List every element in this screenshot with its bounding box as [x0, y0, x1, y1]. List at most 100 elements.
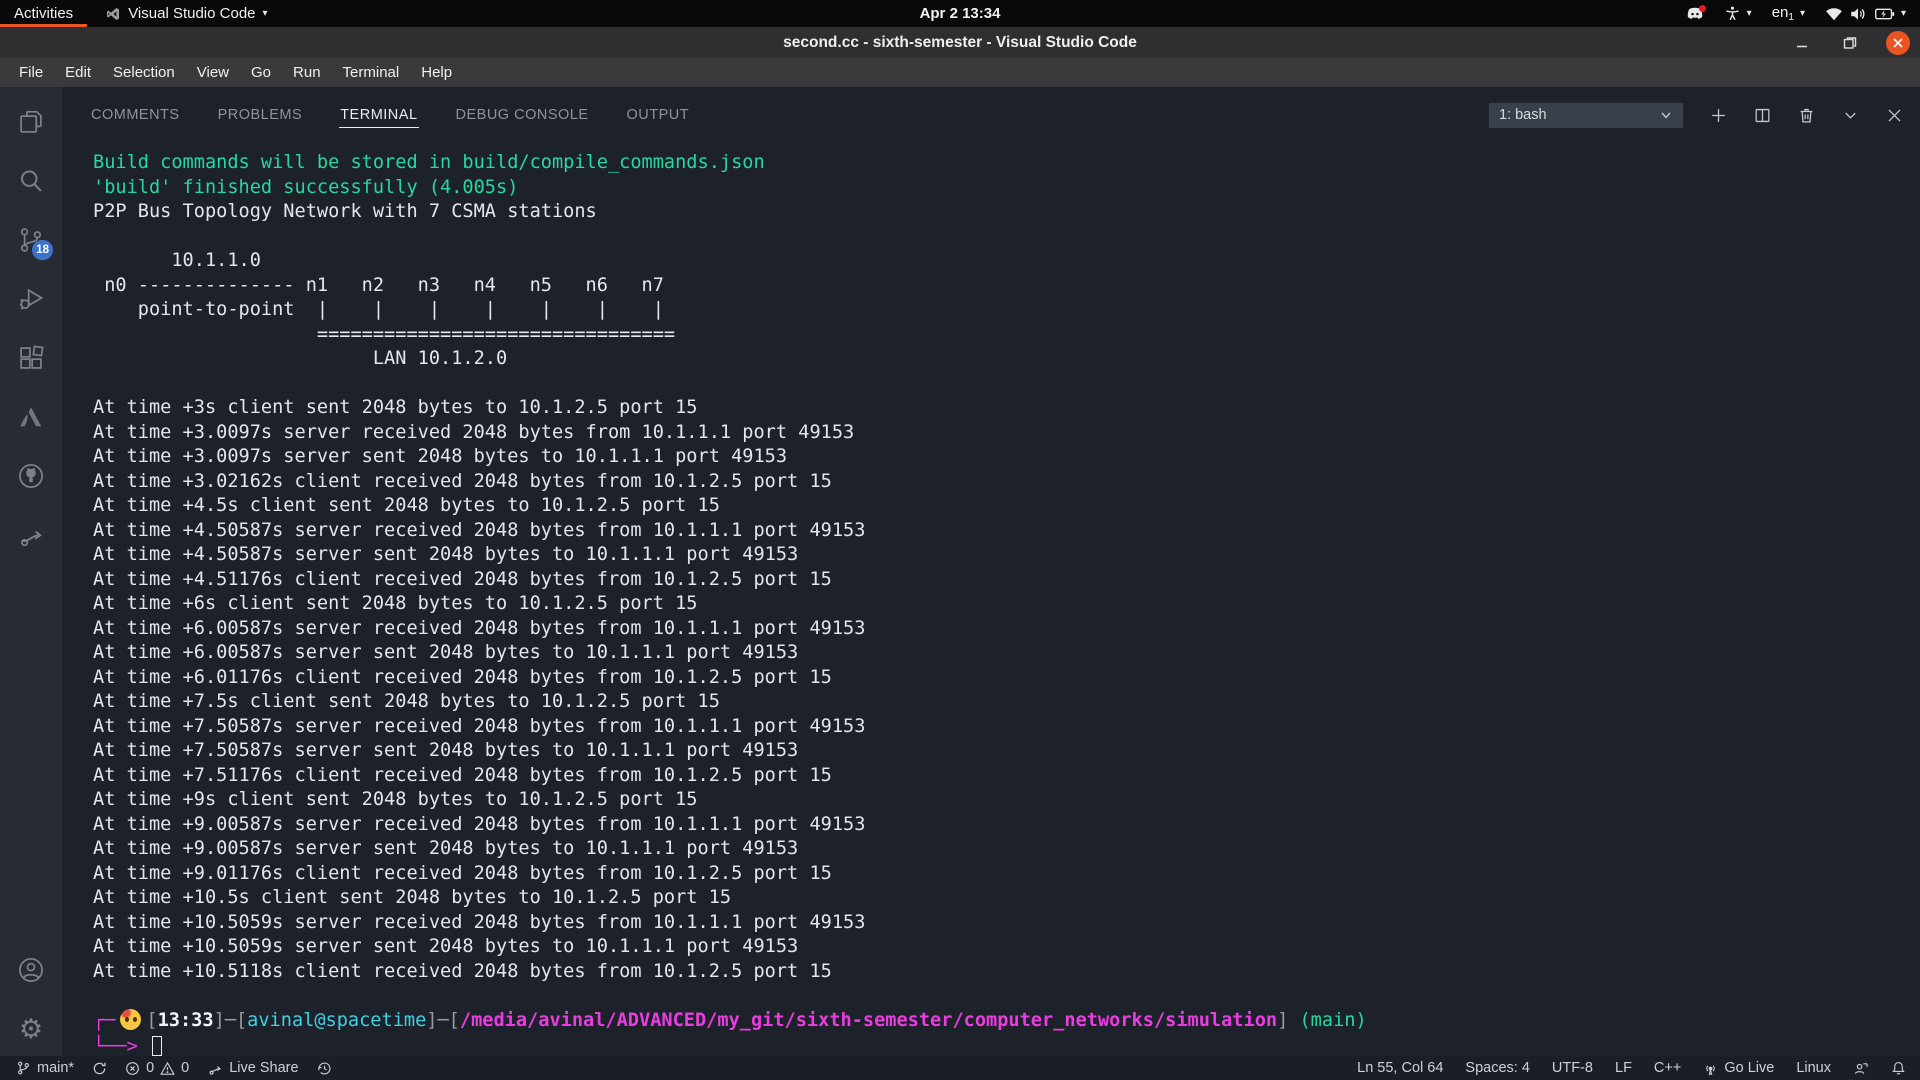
terminal-line: At time +9.01176s client received 2048 b…: [93, 862, 1920, 887]
panel-tabs: COMMENTS PROBLEMS TERMINAL DEBUG CONSOLE OUT…: [90, 103, 690, 128]
close-panel-icon[interactable]: [1885, 106, 1904, 125]
terminal-cursor: [152, 1036, 162, 1056]
git-branch-label: main*: [37, 1060, 74, 1076]
menu-run[interactable]: Run: [282, 61, 332, 84]
clock[interactable]: Apr 2 13:34: [920, 5, 1001, 22]
terminal-line: At time +3.0097s server received 2048 by…: [93, 421, 1920, 446]
menu-terminal[interactable]: Terminal: [332, 61, 411, 84]
kill-terminal-icon[interactable]: [1797, 106, 1816, 125]
atlassian-icon[interactable]: [16, 402, 46, 432]
shell-prompt-line-2: └──>: [93, 1035, 1920, 1057]
new-terminal-icon[interactable]: [1709, 106, 1728, 125]
live-share-status-item[interactable]: Live Share: [207, 1060, 298, 1076]
terminal-line: At time +10.5059s server received 2048 b…: [93, 911, 1920, 936]
panel-header: COMMENTS PROBLEMS TERMINAL DEBUG CONSOLE OUT…: [62, 87, 1920, 137]
vscode-app-icon: [105, 6, 121, 22]
explorer-icon[interactable]: [16, 107, 46, 137]
terminal-line: At time +9s client sent 2048 bytes to 10…: [93, 788, 1920, 813]
system-caret-icon: ▾: [1901, 8, 1906, 19]
notifications-bell-icon[interactable]: [1891, 1060, 1906, 1076]
terminal-line: At time +4.5s client sent 2048 bytes to …: [93, 494, 1920, 519]
menu-edit[interactable]: Edit: [54, 61, 102, 84]
tab-output[interactable]: OUTPUT: [626, 103, 691, 128]
cursor-position-item[interactable]: Ln 55, Col 64: [1357, 1060, 1443, 1076]
focused-app-name: Visual Studio Code: [128, 5, 255, 22]
discord-icon[interactable]: [1686, 7, 1704, 21]
menu-file[interactable]: File: [8, 61, 54, 84]
error-count: 0: [146, 1060, 154, 1076]
encoding-item[interactable]: UTF-8: [1552, 1060, 1593, 1076]
status-bar-left: main* 0 0 Live Share: [16, 1060, 332, 1076]
terminal-line: At time +10.5118s client received 2048 b…: [93, 960, 1920, 985]
eol-item[interactable]: LF: [1615, 1060, 1632, 1076]
run-debug-icon[interactable]: [16, 284, 46, 314]
search-icon[interactable]: [16, 166, 46, 196]
terminal-line: point-to-point | | | | | | |: [93, 298, 1920, 323]
restore-button[interactable]: [1838, 31, 1862, 55]
remote-os-item[interactable]: Linux: [1796, 1060, 1831, 1076]
tab-problems[interactable]: PROBLEMS: [217, 103, 304, 128]
focused-app-menu[interactable]: Visual Studio Code ▾: [105, 5, 267, 22]
terminal-line: n0 -------------- n1 n2 n3 n4 n5 n6 n7: [93, 274, 1920, 299]
terminal-line: 10.1.1.0: [93, 249, 1920, 274]
battery-charging-icon: [1873, 7, 1895, 21]
terminal-line: At time +7.50587s server received 2048 b…: [93, 715, 1920, 740]
system-status-menu[interactable]: ▾: [1825, 6, 1906, 22]
panel-actions: 1: bash: [1488, 102, 1904, 129]
terminal-line: LAN 10.1.2.0: [93, 347, 1920, 372]
keyboard-layout-label: en1: [1772, 4, 1794, 23]
extensions-icon[interactable]: [16, 343, 46, 373]
terminal-line: At time +3.0097s server sent 2048 bytes …: [93, 445, 1920, 470]
app-menu-caret-icon: ▾: [263, 8, 268, 19]
indentation-item[interactable]: Spaces: 4: [1465, 1060, 1530, 1076]
live-share-icon[interactable]: [16, 520, 46, 550]
split-terminal-icon[interactable]: [1753, 106, 1772, 125]
terminal-picker-value: 1: bash: [1499, 107, 1547, 123]
feedback-icon[interactable]: [1853, 1061, 1869, 1076]
source-control-badge: 18: [32, 240, 53, 260]
window-titlebar[interactable]: second.cc - sixth-semester - Visual Stud…: [0, 27, 1920, 58]
activities-button[interactable]: Activities: [0, 0, 87, 27]
menu-help[interactable]: Help: [410, 61, 463, 84]
window-controls: [1790, 27, 1910, 58]
maximize-panel-chevron-icon[interactable]: [1841, 106, 1860, 125]
menu-go[interactable]: Go: [240, 61, 282, 84]
timeline-history-icon[interactable]: [317, 1061, 332, 1076]
warning-count: 0: [181, 1060, 189, 1076]
sync-icon[interactable]: [92, 1061, 107, 1076]
workbench: 18 ⚙ COMMENTS PROBLEMS TERMINAL DEBUG CONSO…: [0, 87, 1920, 1056]
window-title: second.cc - sixth-semester - Visual Stud…: [783, 34, 1137, 52]
accounts-icon[interactable]: [16, 955, 46, 985]
menu-selection[interactable]: Selection: [102, 61, 186, 84]
tab-debug-console[interactable]: DEBUG CONSOLE: [455, 103, 590, 128]
source-control-icon[interactable]: 18: [16, 225, 46, 255]
menu-view[interactable]: View: [186, 61, 240, 84]
tab-comments[interactable]: COMMENTS: [90, 103, 181, 128]
minimize-button[interactable]: [1790, 31, 1814, 55]
terminal-line: At time +10.5s client sent 2048 bytes to…: [93, 886, 1920, 911]
keyboard-layout-menu[interactable]: en1 ▾: [1772, 4, 1805, 23]
git-branch-item[interactable]: main*: [16, 1060, 74, 1076]
terminal-line: [93, 225, 1920, 250]
settings-gear-icon[interactable]: ⚙: [16, 1014, 46, 1044]
language-mode-item[interactable]: C++: [1654, 1060, 1681, 1076]
terminal-line: At time +4.50587s server sent 2048 bytes…: [93, 543, 1920, 568]
bottom-panel: COMMENTS PROBLEMS TERMINAL DEBUG CONSOLE OUT…: [62, 87, 1920, 1056]
terminal-output[interactable]: Build commands will be stored in build/c…: [62, 137, 1920, 1056]
terminal-line: At time +6.00587s server sent 2048 bytes…: [93, 641, 1920, 666]
terminal-line: P2P Bus Topology Network with 7 CSMA sta…: [93, 200, 1920, 225]
close-button[interactable]: [1886, 31, 1910, 55]
go-live-label: Go Live: [1724, 1060, 1774, 1076]
terminal-line: At time +9.00587s server sent 2048 bytes…: [93, 837, 1920, 862]
go-live-item[interactable]: Go Live: [1703, 1060, 1774, 1076]
terminal-line: At time +7.51176s client received 2048 b…: [93, 764, 1920, 789]
tab-terminal[interactable]: TERMINAL: [339, 103, 418, 128]
accessibility-menu[interactable]: ▾: [1724, 5, 1752, 22]
prompt-emoji: [120, 1009, 141, 1030]
terminal-picker[interactable]: 1: bash: [1488, 102, 1684, 129]
terminal-line: At time +6.00587s server received 2048 b…: [93, 617, 1920, 642]
accessibility-caret-icon: ▾: [1747, 8, 1752, 19]
problems-item[interactable]: 0 0: [125, 1060, 189, 1076]
github-icon[interactable]: [16, 461, 46, 491]
terminal-line: [93, 372, 1920, 397]
